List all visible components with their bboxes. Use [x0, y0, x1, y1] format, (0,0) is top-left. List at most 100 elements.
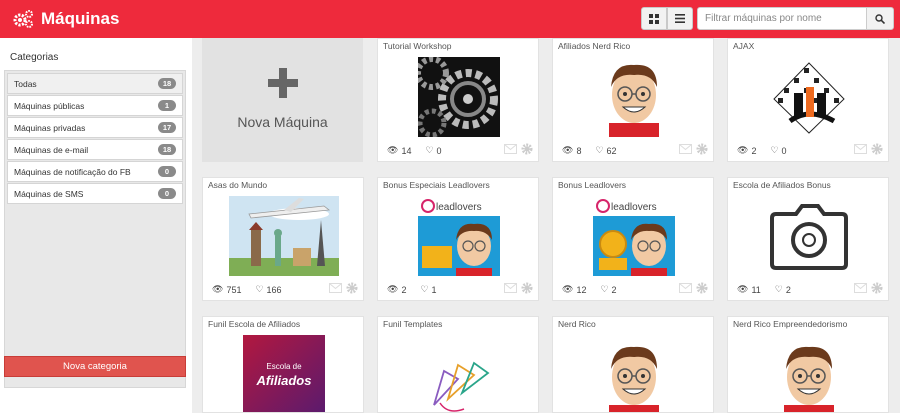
search-button[interactable]: [866, 7, 894, 30]
category-item-email[interactable]: Máquinas de e-mail 18: [7, 139, 183, 160]
eye-icon: 👁: [562, 284, 574, 294]
machine-title: Funil Templates: [383, 319, 443, 329]
machine-stats: 👁 11 ♡ 2: [737, 284, 791, 295]
machine-thumbnail: [418, 335, 500, 412]
gear-icon[interactable]: [521, 143, 533, 155]
likes-count: 62: [606, 145, 617, 156]
machine-card[interactable]: Asas do Mundo 👁 751 ♡ 166: [202, 177, 364, 301]
likes-count: 1: [431, 284, 437, 295]
machine-card[interactable]: AJAX 👁 2 ♡ 0: [727, 38, 889, 162]
sidebar-title: Categorias: [10, 52, 59, 63]
machine-card[interactable]: Tutorial Workshop 👁 14 ♡ 0: [377, 38, 539, 162]
machine-card[interactable]: Nerd Rico: [552, 316, 714, 413]
eye-icon: 👁: [387, 145, 399, 155]
category-label: Máquinas de SMS: [14, 188, 84, 199]
escola-logo-top-text: Escola de: [266, 362, 302, 371]
category-count-badge: 0: [158, 166, 176, 177]
views-count: 14: [401, 145, 412, 156]
heart-icon: ♡: [255, 284, 264, 294]
category-item-publicas[interactable]: Máquinas públicas 1: [7, 95, 183, 116]
machine-thumbnail: [593, 57, 675, 137]
list-view-button[interactable]: [667, 7, 693, 30]
gear-icon[interactable]: [871, 282, 883, 294]
email-icon[interactable]: [504, 144, 517, 154]
views-count: 2: [751, 145, 757, 156]
grid-view-button[interactable]: [641, 7, 667, 30]
likes-count: 2: [611, 284, 617, 295]
likes-count: 166: [266, 284, 282, 295]
plus-icon: [268, 68, 298, 98]
category-label: Máquinas públicas: [14, 100, 85, 111]
machine-actions: [679, 143, 708, 155]
escola-afiliados-logo-icon: Escola de Afiliados: [243, 335, 325, 412]
machine-title: Tutorial Workshop: [383, 41, 452, 51]
machine-stats: 👁 2 ♡ 0: [737, 145, 787, 156]
machine-thumbnail: leadlovers: [593, 196, 675, 276]
category-count-badge: 18: [158, 78, 176, 89]
machine-card[interactable]: Nerd Rico Empreendedorismo: [727, 316, 889, 413]
gear-icon[interactable]: [696, 282, 708, 294]
top-bar: Máquinas: [0, 0, 900, 38]
gear-icon[interactable]: [871, 143, 883, 155]
machine-card[interactable]: Funil Escola de Afiliados Escola de Afil…: [202, 316, 364, 413]
email-icon[interactable]: [679, 144, 692, 154]
machine-title: Funil Escola de Afiliados: [208, 319, 301, 329]
search-icon: [875, 13, 885, 24]
machine-actions: [504, 282, 533, 294]
new-machine-label: Nova Máquina: [237, 114, 328, 130]
machine-thumbnail: Escola de Afiliados: [243, 335, 325, 412]
heart-icon: ♡: [600, 284, 609, 294]
heart-icon: ♡: [774, 284, 783, 294]
sidebar: Categorias Todas 18 Máquinas públicas 1 …: [0, 38, 192, 413]
heart-icon: ♡: [595, 145, 604, 155]
machine-title: Nerd Rico: [558, 319, 596, 329]
airplane-landmarks-icon: [229, 196, 339, 276]
search-input[interactable]: [697, 7, 867, 30]
email-icon[interactable]: [679, 283, 692, 293]
category-item-privadas[interactable]: Máquinas privadas 17: [7, 117, 183, 138]
escola-logo-main-text: Afiliados: [256, 373, 312, 388]
new-category-button[interactable]: Nova categoria: [4, 356, 186, 377]
leadlovers-logo-text: leadlovers: [611, 202, 657, 213]
machine-thumbnail: [593, 335, 675, 412]
leadlovers-avatar-icon: leadlovers: [593, 196, 675, 276]
category-item-sms[interactable]: Máquinas de SMS 0: [7, 183, 183, 204]
eye-icon: 👁: [737, 145, 749, 155]
machine-thumbnail: leadlovers: [418, 196, 500, 276]
email-icon[interactable]: [504, 283, 517, 293]
category-item-fb-notification[interactable]: Máquinas de notificação do FB 0: [7, 161, 183, 182]
gear-icon[interactable]: [696, 143, 708, 155]
page-title: Máquinas: [41, 9, 120, 28]
machine-stats: 👁 8 ♡ 62: [562, 145, 617, 156]
email-icon[interactable]: [854, 283, 867, 293]
category-label: Todas: [14, 78, 37, 89]
category-count-badge: 0: [158, 188, 176, 199]
machine-card[interactable]: Escola de Afiliados Bonus 👁 11 ♡ 2: [727, 177, 889, 301]
machine-actions: [854, 143, 883, 155]
gear-icon[interactable]: [521, 282, 533, 294]
gears-thumbnail-icon: [418, 57, 500, 137]
email-icon[interactable]: [329, 283, 342, 293]
leadlovers-avatar-icon: leadlovers: [418, 196, 500, 276]
nerd-avatar-icon: [768, 335, 850, 412]
email-icon[interactable]: [854, 144, 867, 154]
machine-card[interactable]: Bonus Leadlovers leadlovers 👁 12 ♡ 2: [552, 177, 714, 301]
views-count: 2: [401, 284, 407, 295]
chess-icon: [768, 57, 850, 137]
machine-thumbnail: [768, 335, 850, 412]
views-count: 751: [226, 284, 242, 295]
machine-title: Escola de Afiliados Bonus: [733, 180, 831, 190]
gears-icon: [13, 10, 33, 28]
machine-card[interactable]: Afiliados Nerd Rico 👁 8 ♡ 62: [552, 38, 714, 162]
machine-card[interactable]: Bonus Especiais Leadlovers leadlovers 👁 2…: [377, 177, 539, 301]
gear-icon[interactable]: [346, 282, 358, 294]
machine-stats: 👁 14 ♡ 0: [387, 145, 442, 156]
machine-card[interactable]: Funil Templates: [377, 316, 539, 413]
templates-envelopes-icon: [418, 335, 500, 412]
category-label: Máquinas de notificação do FB: [14, 166, 131, 177]
new-machine-card[interactable]: Nova Máquina: [202, 38, 363, 162]
category-item-todas[interactable]: Todas 18: [7, 73, 183, 94]
machine-stats: 👁 2 ♡ 1: [387, 284, 437, 295]
nerd-avatar-icon: [593, 335, 675, 412]
machine-title: Bonus Leadlovers: [558, 180, 627, 190]
